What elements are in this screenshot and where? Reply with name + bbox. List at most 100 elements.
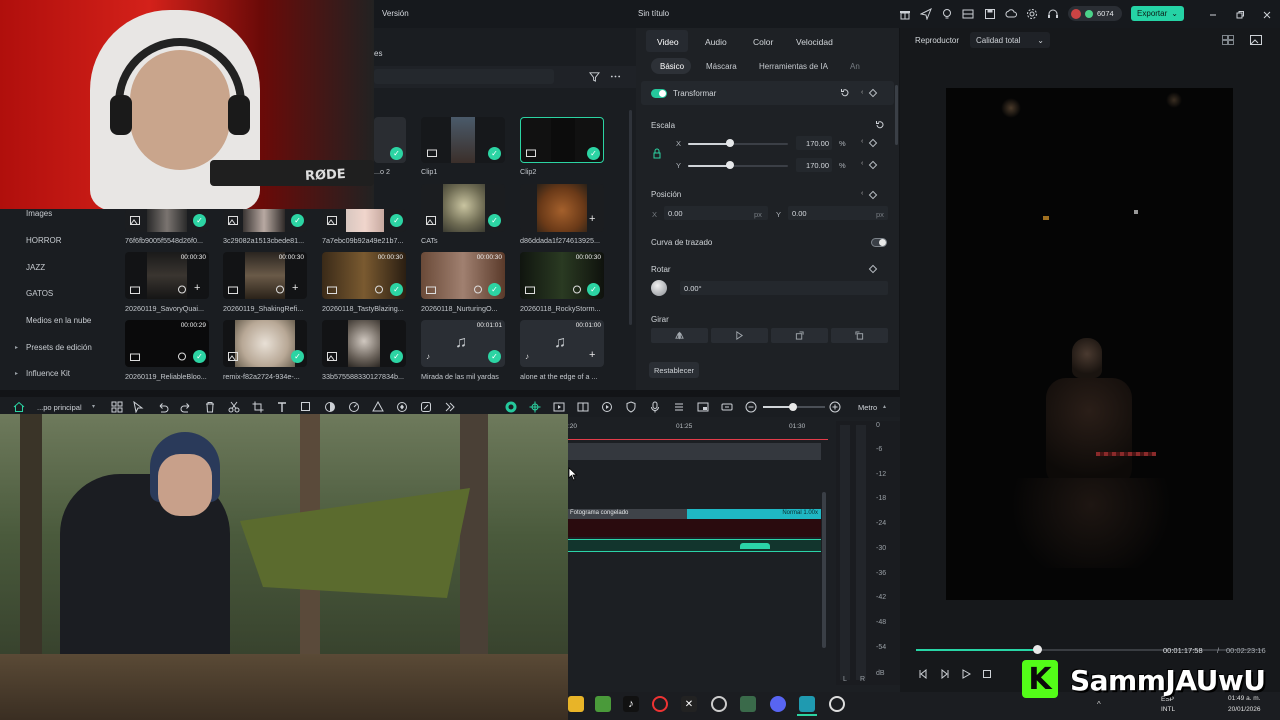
position-x-input[interactable]: 0.00 <box>664 206 768 220</box>
effects-icon[interactable] <box>372 401 384 413</box>
layout-icon[interactable] <box>962 8 974 20</box>
crop-icon[interactable] <box>252 401 264 413</box>
close-icon[interactable] <box>1261 9 1273 21</box>
link-icon[interactable] <box>721 401 733 413</box>
scale-x-slider-knob[interactable] <box>726 139 734 147</box>
position-y-input[interactable]: 0.00 <box>788 206 888 220</box>
track-name[interactable]: ...po principal <box>37 403 82 412</box>
sidebar-item-images[interactable]: Images <box>26 209 52 218</box>
reset-button[interactable]: Restablecer <box>649 362 699 378</box>
color-match-icon[interactable] <box>324 401 336 413</box>
clock-date[interactable]: 20/01/2026 <box>1228 706 1261 713</box>
minecraft-icon[interactable] <box>595 696 611 712</box>
headset-icon[interactable] <box>1047 8 1059 20</box>
audio-mixer-icon[interactable] <box>673 401 685 413</box>
select-tool-icon[interactable] <box>132 401 144 413</box>
discord-icon[interactable] <box>770 696 786 712</box>
tab-audio[interactable]: Audio <box>705 37 727 47</box>
export-button[interactable]: Exportar ⌄ <box>1131 6 1184 21</box>
chevron-right-icon[interactable]: ▸ <box>15 344 18 351</box>
timeline-track-clip[interactable] <box>568 443 821 460</box>
ai-assistant-icon[interactable] <box>505 401 517 413</box>
undo-icon[interactable] <box>157 401 169 413</box>
lock-icon[interactable] <box>653 147 661 159</box>
stop-icon[interactable] <box>982 669 992 679</box>
stabilize-icon[interactable] <box>420 401 432 413</box>
sidebar-item-influence-kit[interactable]: Influence Kit <box>26 369 70 378</box>
home-icon[interactable] <box>13 401 25 413</box>
zoom-slider-knob[interactable] <box>789 403 797 411</box>
video-clip-filmstrip[interactable] <box>568 519 821 537</box>
credits-badge[interactable]: 6074 <box>1068 6 1122 21</box>
gift-icon[interactable] <box>899 8 911 20</box>
play-circle-icon[interactable] <box>601 401 613 413</box>
shape-icon[interactable] <box>300 401 312 413</box>
sidebar-item-horror[interactable]: HORROR <box>26 236 62 245</box>
rotate-ccw-button[interactable] <box>831 328 888 343</box>
render-preview-icon[interactable] <box>553 401 565 413</box>
opera-icon[interactable] <box>652 696 668 712</box>
sidebar-item-cloud-media[interactable]: Medios en la nube <box>26 316 91 325</box>
sidebar-item-gatos[interactable]: GATOS <box>26 289 53 298</box>
subtab-mask[interactable]: Máscara <box>706 62 737 71</box>
flip-vertical-button[interactable] <box>711 328 768 343</box>
timeline-scrollbar[interactable] <box>822 492 826 648</box>
settings-app-icon[interactable] <box>829 696 845 712</box>
scale-y-input[interactable]: 170.00 <box>796 158 832 172</box>
grid-icon[interactable] <box>111 401 123 413</box>
play-icon[interactable] <box>961 669 971 679</box>
text-icon[interactable] <box>276 401 288 413</box>
snapshot-icon[interactable] <box>1250 35 1262 45</box>
send-icon[interactable] <box>920 8 932 20</box>
obs-icon[interactable] <box>711 696 727 712</box>
reset-icon[interactable] <box>840 88 850 98</box>
filmora-icon[interactable] <box>799 696 815 712</box>
zoom-mode-label[interactable]: Metro <box>858 403 877 412</box>
more-options-icon[interactable] <box>610 71 621 82</box>
scale-reset-icon[interactable] <box>875 120 885 130</box>
menu-version[interactable]: Versión <box>382 9 409 18</box>
rotate-dial[interactable] <box>651 280 667 296</box>
rotate-input[interactable]: 0.00° <box>680 281 888 295</box>
picture-in-picture-icon[interactable] <box>697 401 709 413</box>
keyframe-prev-icon[interactable]: ‹ <box>861 160 863 167</box>
chevron-right-icon[interactable]: ▸ <box>15 370 18 377</box>
lightbulb-icon[interactable] <box>941 8 953 20</box>
media-search-input[interactable] <box>374 69 554 84</box>
video-clip-speed[interactable]: Normal 1.00x <box>687 509 821 519</box>
tab-color[interactable]: Color <box>753 37 773 47</box>
settings-gear-icon[interactable] <box>1026 8 1038 20</box>
restore-icon[interactable] <box>1234 9 1246 21</box>
play-frame-icon[interactable] <box>940 669 950 679</box>
cloud-upload-icon[interactable] <box>1005 8 1017 20</box>
ai-tool-icon[interactable] <box>396 401 408 413</box>
rotate-cw-button[interactable] <box>771 328 828 343</box>
flip-horizontal-button[interactable] <box>651 328 708 343</box>
app-icon[interactable] <box>740 696 756 712</box>
shield-icon[interactable] <box>625 401 637 413</box>
add-icon[interactable]: + <box>292 282 298 294</box>
grid-view-icon[interactable] <box>1222 35 1234 45</box>
media-tab-partial[interactable]: es <box>374 49 382 58</box>
tab-video[interactable]: Video <box>657 37 679 47</box>
chevron-down-icon[interactable]: ▾ <box>92 403 95 410</box>
sidebar-item-edit-presets[interactable]: Presets de edición <box>26 343 92 352</box>
input-language-layout[interactable]: INTL <box>1161 706 1175 713</box>
auto-highlight-icon[interactable] <box>577 401 589 413</box>
scale-x-input[interactable]: 170.00 <box>796 136 832 150</box>
add-icon[interactable]: + <box>589 213 595 225</box>
file-explorer-icon[interactable] <box>568 696 584 712</box>
microphone-icon[interactable] <box>649 401 661 413</box>
tiktok-icon[interactable]: ♪ <box>623 696 639 712</box>
previous-frame-icon[interactable] <box>918 669 928 679</box>
quality-select[interactable]: Calidad total ⌄ <box>970 32 1050 48</box>
keyframe-prev-icon[interactable]: ‹ <box>861 190 863 197</box>
snap-icon[interactable] <box>529 401 541 413</box>
media-scrollbar[interactable] <box>629 110 632 325</box>
scale-y-slider-knob[interactable] <box>726 161 734 169</box>
chevron-up-icon[interactable]: ▴ <box>883 403 886 410</box>
keyframe-prev-icon[interactable]: ‹ <box>861 89 863 96</box>
keyframe-prev-icon[interactable]: ‹ <box>861 138 863 145</box>
redo-icon[interactable] <box>180 401 192 413</box>
subtab-more[interactable]: An <box>850 62 860 71</box>
